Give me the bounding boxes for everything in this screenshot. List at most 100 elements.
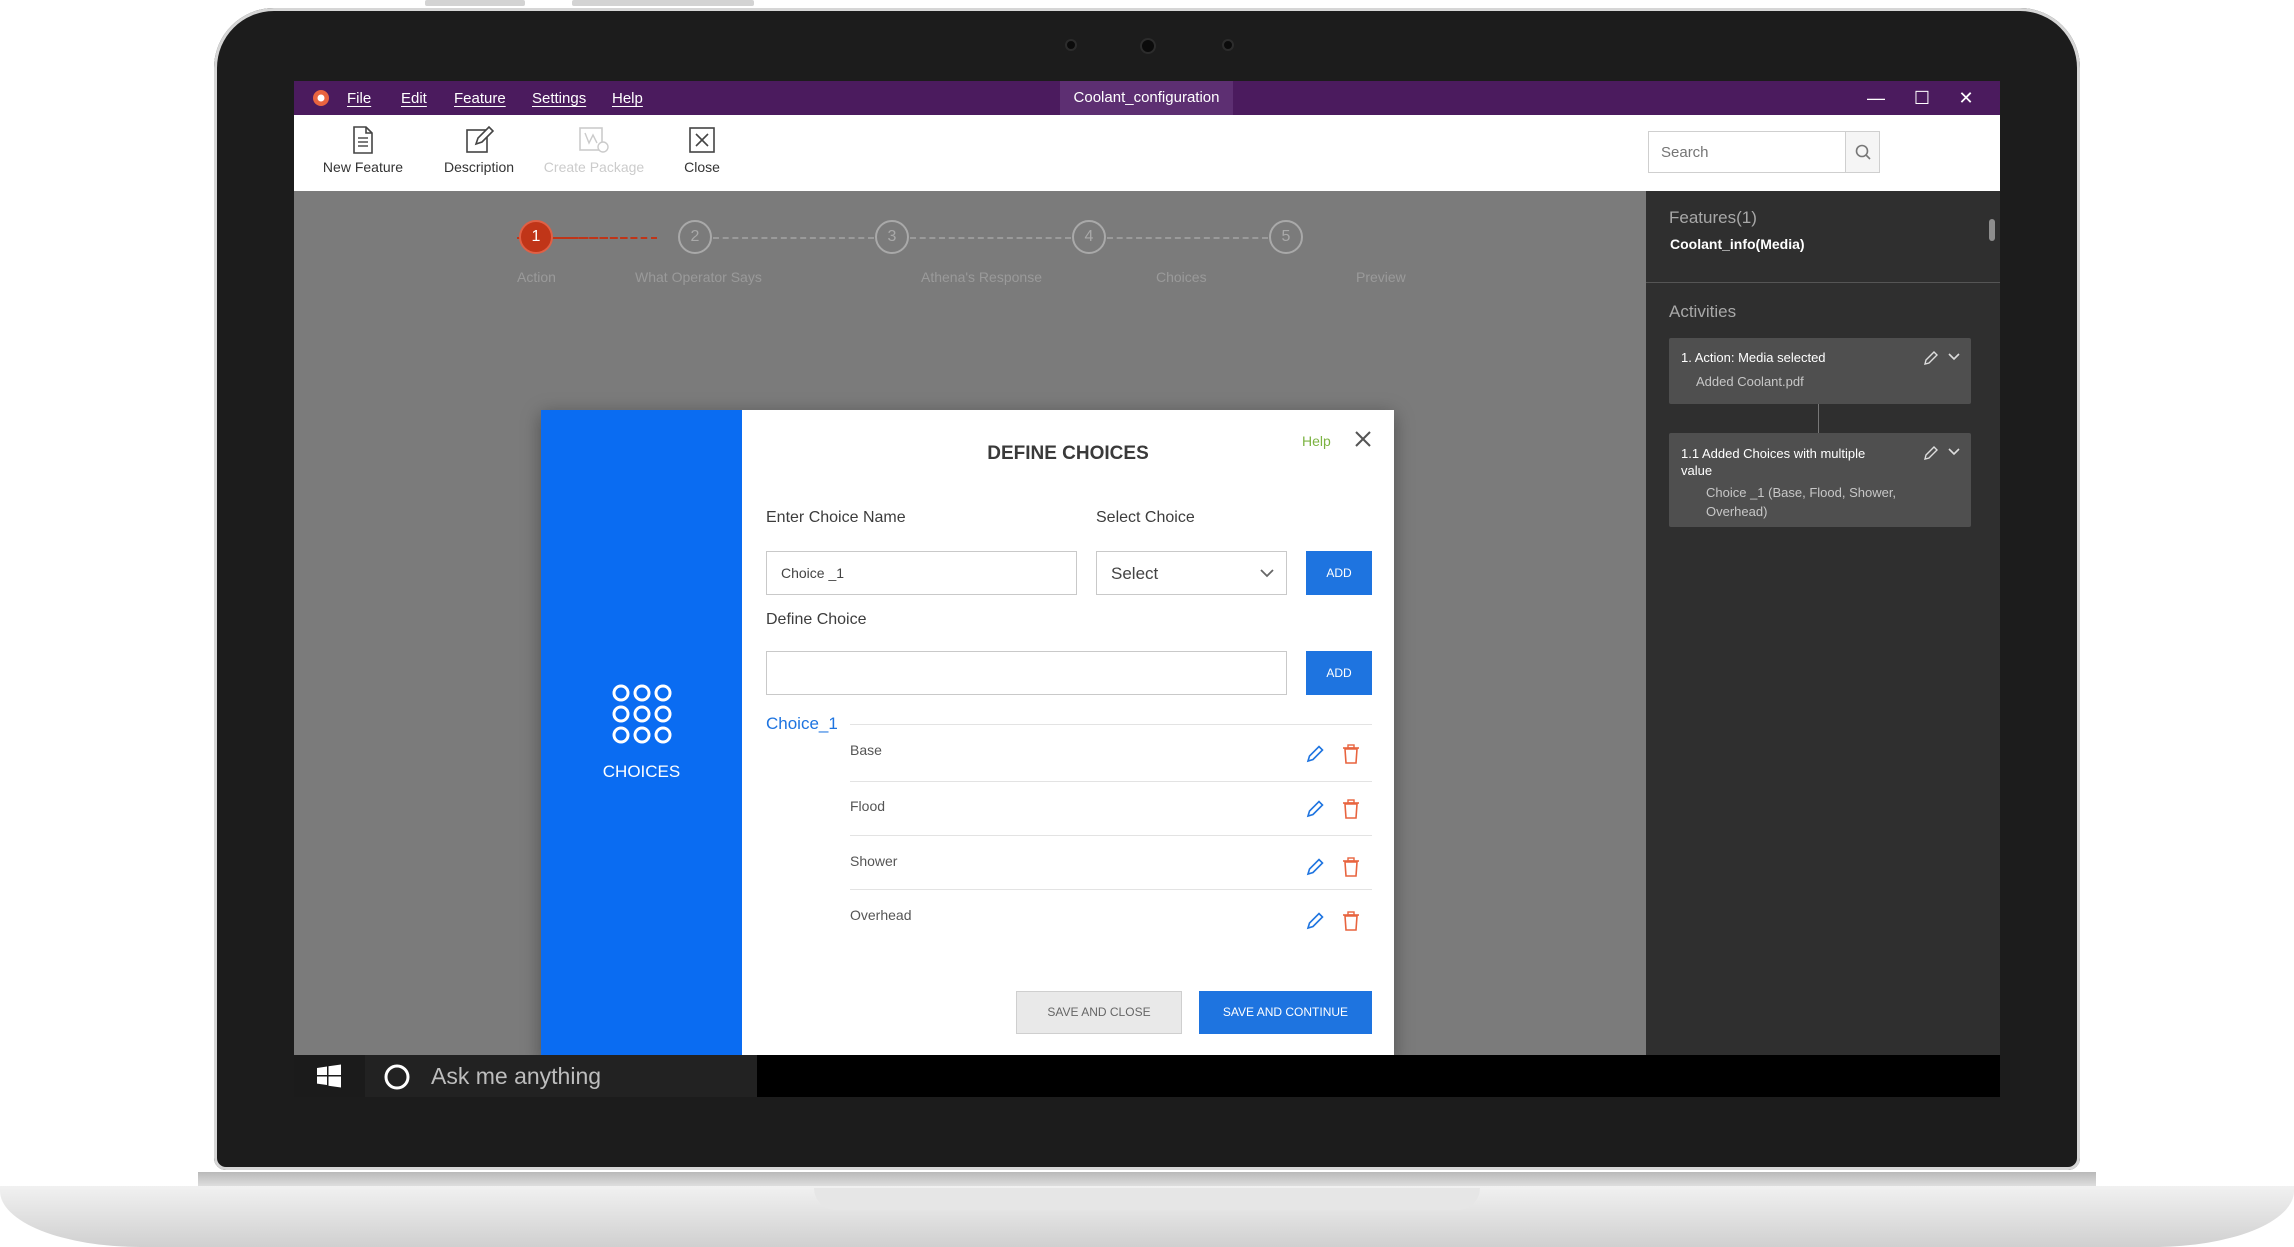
step-5-label: Preview <box>1356 269 1406 285</box>
menu-file[interactable]: File <box>347 81 371 115</box>
list-item: Base <box>850 728 1372 782</box>
menu-help[interactable]: Help <box>612 81 643 115</box>
divider <box>1646 282 2000 283</box>
close-feature-button[interactable]: Close <box>657 115 747 191</box>
menu-edit[interactable]: Edit <box>401 81 427 115</box>
select-choice-label: Select Choice <box>1096 509 1195 526</box>
save-and-close-button[interactable]: SAVE AND CLOSE <box>1016 991 1182 1034</box>
divider <box>850 724 1372 725</box>
activity-detail: Added Coolant.pdf <box>1696 374 1804 389</box>
activity-title: 1. Action: Media selected <box>1681 350 1826 365</box>
taskbar-search[interactable]: Ask me anything <box>365 1055 757 1097</box>
pencil-icon[interactable] <box>1304 910 1326 932</box>
trash-icon[interactable] <box>1342 798 1360 820</box>
step-3-circle[interactable]: 3 <box>875 220 909 254</box>
laptop-top-edge <box>425 0 525 6</box>
features-scrollbar[interactable] <box>1989 219 1995 241</box>
windows-logo-icon <box>317 1064 341 1088</box>
step-4-circle[interactable]: 4 <box>1072 220 1106 254</box>
camera-sensor <box>1065 39 1077 51</box>
choice-name-label: Enter Choice Name <box>766 509 906 526</box>
cortana-circle-icon <box>384 1064 410 1090</box>
search-input[interactable] <box>1649 132 1843 172</box>
taskbar-search-prompt: Ask me anything <box>431 1063 602 1089</box>
pencil-icon[interactable] <box>1304 798 1326 820</box>
dialog-close-icon[interactable] <box>1350 426 1376 452</box>
minimize-icon[interactable]: — <box>1856 81 1896 115</box>
define-choice-label: Define Choice <box>766 611 867 628</box>
step-connector <box>713 237 874 239</box>
app-logo-icon <box>312 89 330 107</box>
step-connector <box>553 237 657 239</box>
search-box <box>1648 131 1880 173</box>
features-title: Features(1) <box>1669 208 1757 227</box>
new-feature-label: New Feature <box>322 159 404 175</box>
screen: File Edit Feature Settings Help Coolant_… <box>294 81 2000 1097</box>
create-package-button[interactable]: Create Package <box>539 115 649 191</box>
add-definition-button[interactable]: ADD <box>1306 651 1372 695</box>
chevron-down-icon[interactable] <box>1947 446 1961 458</box>
choice-item-label: Shower <box>850 853 898 869</box>
pencil-icon[interactable] <box>1922 349 1940 367</box>
define-choices-dialog: CHOICES DEFINE CHOICES Help Enter Choice… <box>541 410 1394 1060</box>
menu-settings[interactable]: Settings <box>532 81 586 115</box>
close-box-icon <box>689 127 715 153</box>
step-connector <box>910 237 1071 239</box>
choices-grid-icon <box>612 684 672 744</box>
camera-lens <box>1140 38 1156 54</box>
activity-connector <box>1818 404 1819 433</box>
choice-name-input[interactable]: Choice _1 <box>766 551 1077 595</box>
list-item: Flood <box>850 782 1372 836</box>
workspace: 1 2 3 4 5 Action What Operator Says Athe… <box>294 191 1646 1060</box>
right-panel: Features(1) Coolant_info(Media) Activiti… <box>1646 191 2000 1055</box>
window-close-icon[interactable]: ✕ <box>1946 81 1986 115</box>
taskbar: Ask me anything <box>294 1055 2000 1097</box>
help-link[interactable]: Help <box>1302 433 1331 449</box>
document-title-tab[interactable]: Coolant_configuration <box>1060 81 1233 115</box>
feature-item[interactable]: Coolant_info(Media) <box>1670 236 1805 252</box>
choice-item-label: Overhead <box>850 907 912 923</box>
activity-card[interactable]: 1. Action: Media selected Added Coolant.… <box>1669 338 1971 404</box>
step-2-label: What Operator Says <box>635 269 762 285</box>
activity-title: 1.1 Added Choices with multiple value <box>1681 446 1866 478</box>
step-1-circle[interactable]: 1 <box>519 220 553 254</box>
trash-icon[interactable] <box>1342 856 1360 878</box>
select-value: Select <box>1111 564 1159 583</box>
define-choice-input[interactable] <box>766 651 1287 695</box>
step-5-circle[interactable]: 5 <box>1269 220 1303 254</box>
create-package-label: Create Package <box>543 159 645 175</box>
pencil-icon[interactable] <box>1304 743 1326 765</box>
laptop-top-edge <box>572 0 754 6</box>
choice-item-label: Base <box>850 742 882 758</box>
trash-icon[interactable] <box>1342 910 1360 932</box>
maximize-icon[interactable]: ☐ <box>1902 81 1942 115</box>
dialog-sidebar: CHOICES <box>541 410 742 1060</box>
pencil-icon[interactable] <box>1304 856 1326 878</box>
list-item: Shower <box>850 836 1372 890</box>
description-button[interactable]: Description <box>424 115 534 191</box>
laptop-notch <box>814 1188 1480 1210</box>
new-feature-button[interactable]: New Feature <box>308 115 418 191</box>
search-icon <box>1855 144 1871 160</box>
activity-card[interactable]: 1.1 Added Choices with multiple value Ch… <box>1669 433 1971 527</box>
step-2-circle[interactable]: 2 <box>678 220 712 254</box>
select-choice-dropdown[interactable]: Select <box>1096 551 1287 595</box>
search-button[interactable] <box>1845 132 1879 172</box>
add-choice-button[interactable]: ADD <box>1306 551 1372 595</box>
trash-icon[interactable] <box>1342 743 1360 765</box>
step-4-label: Choices <box>1156 269 1207 285</box>
activities-title: Activities <box>1669 302 1737 321</box>
chevron-down-icon[interactable] <box>1947 351 1961 363</box>
save-and-continue-button[interactable]: SAVE AND CONTINUE <box>1199 991 1372 1034</box>
dialog-side-label: CHOICES <box>602 762 681 781</box>
pencil-icon[interactable] <box>1922 444 1940 462</box>
edit-document-icon <box>466 125 494 153</box>
list-item: Overhead <box>850 890 1372 944</box>
start-button[interactable] <box>294 1055 365 1097</box>
menu-feature[interactable]: Feature <box>454 81 506 115</box>
step-3-label: Athena's Response <box>921 269 1042 285</box>
choice-group-name[interactable]: Choice_1 <box>766 714 838 734</box>
toolbar: New Feature Description Create Package C… <box>294 115 2000 191</box>
package-icon <box>579 127 609 153</box>
step-1-label: Action <box>517 269 556 285</box>
